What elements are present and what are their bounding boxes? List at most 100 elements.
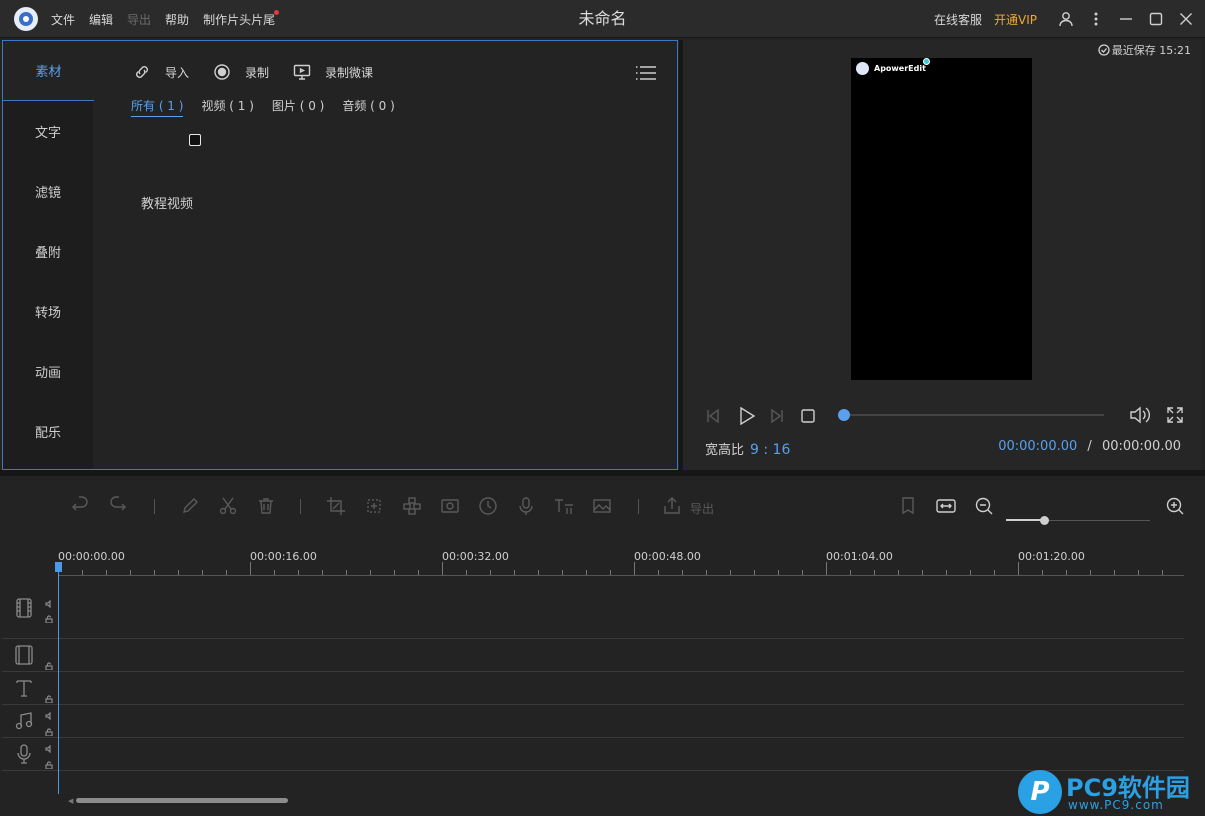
timeline-scrollbar[interactable]: ◀ bbox=[68, 796, 1184, 805]
timeline-toolbar: 导出 bbox=[2, 490, 1201, 525]
filter-video[interactable]: 视频 ( 1 ) bbox=[201, 97, 253, 117]
filter-image[interactable]: 图片 ( 0 ) bbox=[272, 97, 324, 117]
preview-screen[interactable]: ApowerEdit bbox=[851, 58, 1032, 380]
close-icon[interactable] bbox=[1171, 0, 1201, 38]
aspect-ratio[interactable]: 宽高比 9 : 16 bbox=[705, 439, 790, 458]
tab-filters[interactable]: 滤镜 bbox=[3, 161, 93, 221]
speaker-icon[interactable] bbox=[45, 742, 53, 754]
online-service-link[interactable]: 在线客服 bbox=[934, 11, 982, 28]
tab-animations[interactable]: 动画 bbox=[3, 341, 93, 401]
text-to-speech-icon[interactable] bbox=[554, 496, 574, 516]
cut-icon[interactable] bbox=[218, 496, 238, 516]
more-options-icon[interactable] bbox=[1081, 0, 1111, 38]
menu-export[interactable]: 导出 bbox=[127, 11, 151, 28]
media-filter-tabs: 所有 ( 1 ) 视频 ( 1 ) 图片 ( 0 ) 音频 ( 0 ) bbox=[131, 97, 413, 117]
app-logo-icon[interactable] bbox=[14, 7, 38, 31]
microphone-icon[interactable] bbox=[516, 496, 536, 516]
delete-icon[interactable] bbox=[256, 496, 276, 516]
save-status-text: 最近保存 15:21 bbox=[1111, 44, 1191, 57]
film-icon bbox=[14, 598, 34, 618]
music-track bbox=[2, 705, 1184, 738]
scrollbar-thumb[interactable] bbox=[76, 798, 288, 803]
filter-all[interactable]: 所有 ( 1 ) bbox=[131, 97, 184, 117]
import-label: 导入 bbox=[165, 65, 190, 80]
menu-edit[interactable]: 编辑 bbox=[89, 11, 113, 28]
record-micro-button[interactable]: 录制微课 bbox=[293, 63, 373, 81]
scroll-left-arrow[interactable]: ◀ bbox=[68, 797, 73, 805]
lock-icon[interactable] bbox=[45, 725, 53, 737]
total-time: 00:00:00.00 bbox=[1101, 439, 1181, 454]
current-time: 00:00:00.00 bbox=[998, 439, 1078, 454]
speaker-icon[interactable] bbox=[45, 597, 53, 609]
tab-overlays[interactable]: 叠附 bbox=[3, 221, 93, 281]
media-item-name[interactable]: 教程视频 bbox=[141, 193, 193, 212]
record-button[interactable]: 录制 bbox=[213, 63, 269, 81]
text-track bbox=[2, 672, 1184, 705]
tab-text[interactable]: 文字 bbox=[3, 101, 93, 161]
user-icon[interactable] bbox=[1051, 0, 1081, 38]
media-select-checkbox[interactable] bbox=[189, 134, 201, 146]
aspect-ratio-value[interactable]: 9 : 16 bbox=[750, 442, 790, 458]
next-frame-icon[interactable] bbox=[767, 406, 787, 426]
zoom-in-icon[interactable] bbox=[1165, 496, 1185, 516]
zoom-out-icon[interactable] bbox=[974, 496, 994, 516]
speaker-icon[interactable] bbox=[45, 709, 53, 721]
site-watermark: P PC9软件园 www.PC9.com bbox=[1018, 768, 1205, 816]
zoom-slider[interactable] bbox=[1006, 516, 1150, 525]
export-label[interactable]: 导出 bbox=[690, 500, 714, 517]
zoom-slider-fill bbox=[1006, 519, 1044, 521]
track-lane[interactable] bbox=[58, 738, 1184, 770]
preview-watermark: ApowerEdit bbox=[856, 62, 926, 75]
speed-clock-icon[interactable] bbox=[478, 496, 498, 516]
seek-bar[interactable] bbox=[838, 409, 1104, 421]
track-lane[interactable] bbox=[58, 705, 1184, 737]
lock-icon[interactable] bbox=[45, 692, 53, 704]
playhead[interactable] bbox=[55, 562, 62, 794]
zoom-slider-knob[interactable] bbox=[1040, 516, 1049, 525]
vip-button[interactable]: 开通VIP bbox=[994, 11, 1037, 28]
selection-handle[interactable] bbox=[923, 58, 930, 65]
play-icon[interactable] bbox=[735, 405, 757, 427]
save-status: 最近保存 15:21 bbox=[1098, 42, 1191, 58]
minimize-icon[interactable] bbox=[1111, 0, 1141, 38]
zoom-region-icon[interactable] bbox=[364, 496, 384, 516]
edit-pencil-icon[interactable] bbox=[180, 496, 200, 516]
fullscreen-icon[interactable] bbox=[1165, 405, 1185, 425]
list-view-icon[interactable] bbox=[635, 65, 657, 81]
music-note-icon bbox=[14, 711, 34, 731]
lock-icon[interactable] bbox=[45, 659, 53, 671]
track-lane[interactable] bbox=[58, 639, 1184, 671]
crop-icon[interactable] bbox=[326, 496, 346, 516]
timeline-panel: 导出 00:00:00.00 00:00:16.00 00:00:32.00 0… bbox=[2, 476, 1201, 816]
title-bar: 文件 编辑 导出 帮助 制作片头片尾 未命名 在线客服 开通VIP bbox=[0, 0, 1205, 38]
lock-icon[interactable] bbox=[45, 612, 53, 624]
undo-icon[interactable] bbox=[70, 496, 90, 516]
marker-icon[interactable] bbox=[898, 496, 918, 516]
track-lane[interactable] bbox=[58, 672, 1184, 704]
tab-transitions[interactable]: 转场 bbox=[3, 281, 93, 341]
menu-help[interactable]: 帮助 bbox=[165, 11, 189, 28]
mosaic-icon[interactable] bbox=[402, 496, 422, 516]
redo-icon[interactable] bbox=[108, 496, 128, 516]
maximize-icon[interactable] bbox=[1141, 0, 1171, 38]
filter-audio[interactable]: 音频 ( 0 ) bbox=[342, 97, 394, 117]
fit-timeline-icon[interactable] bbox=[936, 496, 956, 516]
picture-in-picture-icon[interactable] bbox=[592, 496, 612, 516]
menu-intro-outro[interactable]: 制作片头片尾 bbox=[203, 9, 280, 28]
export-icon[interactable] bbox=[662, 496, 682, 516]
prev-frame-icon[interactable] bbox=[703, 406, 723, 426]
snapshot-icon[interactable] bbox=[440, 496, 460, 516]
seek-knob[interactable] bbox=[838, 409, 850, 421]
aspect-ratio-label: 宽高比 bbox=[705, 443, 745, 458]
import-button[interactable]: 导入 bbox=[133, 63, 189, 81]
lock-icon[interactable] bbox=[45, 758, 53, 770]
toolbar-divider bbox=[638, 499, 639, 514]
time-ruler[interactable]: 00:00:00.00 00:00:16.00 00:00:32.00 00:0… bbox=[58, 544, 1184, 578]
tab-materials[interactable]: 素材 bbox=[3, 41, 94, 101]
check-circle-icon bbox=[1098, 44, 1110, 56]
tab-music[interactable]: 配乐 bbox=[3, 401, 93, 461]
stop-icon[interactable] bbox=[799, 407, 817, 425]
volume-icon[interactable] bbox=[1129, 405, 1151, 425]
menu-file[interactable]: 文件 bbox=[51, 11, 75, 28]
track-lane[interactable] bbox=[58, 578, 1184, 638]
